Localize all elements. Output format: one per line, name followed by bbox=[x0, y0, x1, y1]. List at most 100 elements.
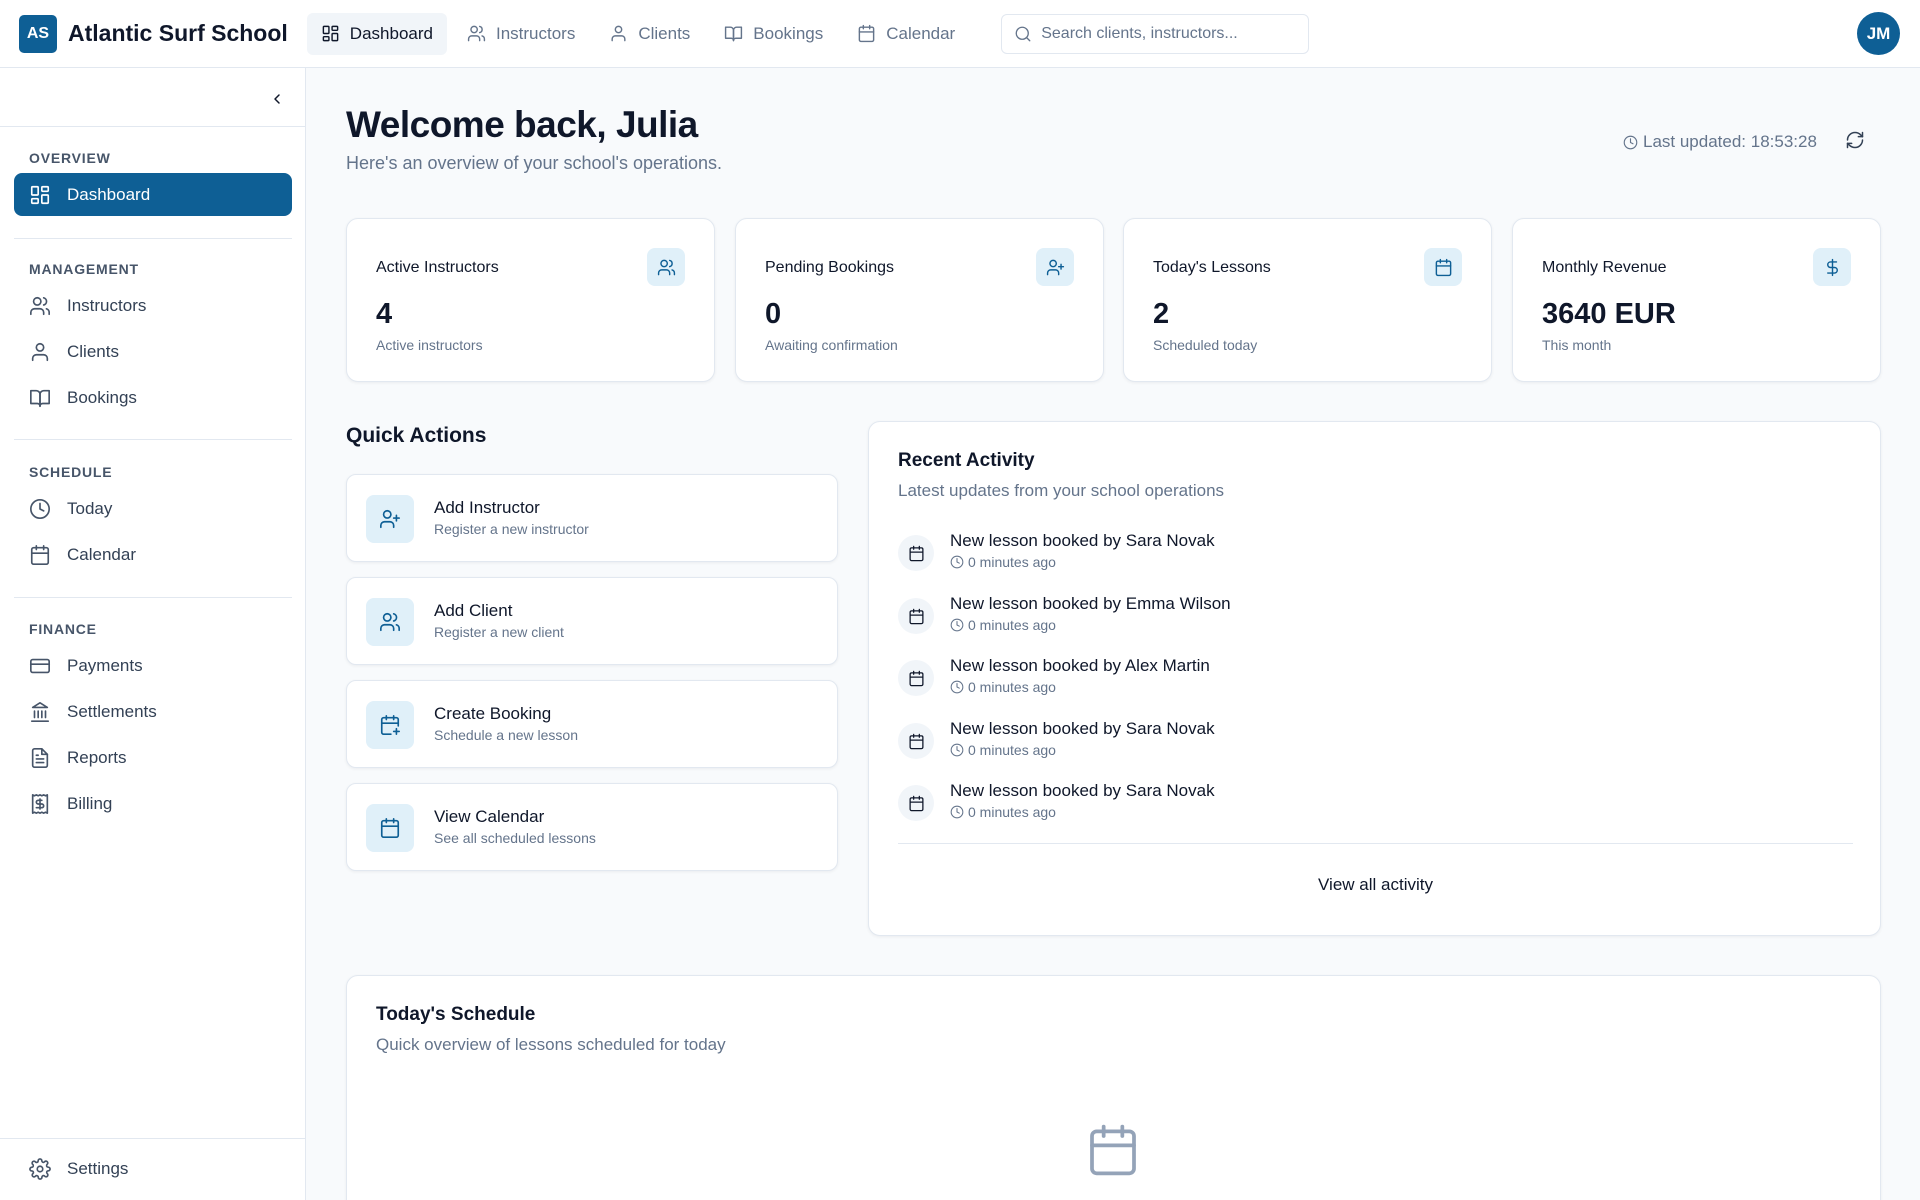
users-icon bbox=[657, 258, 676, 277]
page-subtitle: Here's an overview of your school's oper… bbox=[346, 153, 723, 173]
qa-label: Add Instructor bbox=[434, 498, 540, 517]
topnav-item-instructors[interactable]: Instructors bbox=[453, 13, 589, 55]
sidebar-item-label: Clients bbox=[67, 341, 119, 361]
sidebar-item-calendar[interactable]: Calendar bbox=[14, 533, 292, 576]
chevron-left-icon bbox=[269, 91, 285, 107]
activity-item-icon bbox=[898, 598, 934, 634]
stat-title: Today's Lessons bbox=[1153, 259, 1271, 276]
dollar-icon bbox=[1823, 258, 1842, 277]
sidebar-section-title: MANAGEMENT bbox=[29, 261, 139, 277]
sidebar-item-payments[interactable]: Payments bbox=[14, 644, 292, 687]
sidebar-item-settlements[interactable]: Settlements bbox=[14, 690, 292, 733]
qa-description: Schedule a new lesson bbox=[434, 727, 578, 743]
stat-icon bbox=[1424, 248, 1462, 286]
refresh-button[interactable] bbox=[1845, 130, 1869, 154]
activity-item[interactable]: New lesson booked by Sara Novak 0 minute… bbox=[898, 719, 1848, 769]
activity-item-icon bbox=[898, 535, 934, 571]
activity-time: 0 minutes ago bbox=[950, 617, 1056, 633]
activity-text: New lesson booked by Sara Novak bbox=[950, 719, 1215, 738]
calendar-icon bbox=[379, 817, 401, 839]
topnav-item-dashboard[interactable]: Dashboard bbox=[306, 12, 447, 55]
recent-activity-card: Recent Activity Latest updates from your… bbox=[868, 421, 1881, 936]
create-booking-button[interactable]: Create Booking Schedule a new lesson bbox=[346, 680, 838, 768]
last-updated: Last updated: 18:53:28 bbox=[1623, 132, 1817, 152]
topnav-item-bookings[interactable]: Bookings bbox=[710, 13, 837, 55]
users-icon bbox=[29, 295, 51, 317]
activity-item[interactable]: New lesson booked by Sara Novak 0 minute… bbox=[898, 531, 1848, 581]
sidebar-item-reports[interactable]: Reports bbox=[14, 736, 292, 779]
sidebar-item-dashboard[interactable]: Dashboard bbox=[14, 173, 292, 216]
stat-card-monthly-revenue: Monthly Revenue 3640 EUR This month bbox=[1512, 218, 1881, 382]
quick-actions-title: Quick Actions bbox=[346, 424, 487, 447]
topnav-label: Instructors bbox=[495, 23, 576, 43]
calendar-icon bbox=[857, 24, 876, 43]
top-bar: AS Atlantic Surf School Dashboard Instru… bbox=[0, 0, 1920, 68]
qa-description: See all scheduled lessons bbox=[434, 830, 596, 846]
sidebar-item-billing[interactable]: Billing bbox=[14, 782, 292, 825]
activity-item-icon bbox=[898, 723, 934, 759]
calendar-icon bbox=[1085, 1122, 1141, 1178]
sidebar-item-label: Dashboard bbox=[67, 184, 151, 204]
sidebar-section-overview: OVERVIEW Dashboard bbox=[14, 150, 292, 216]
sidebar-collapse-button[interactable] bbox=[266, 88, 288, 110]
clock-icon bbox=[950, 618, 964, 632]
brand[interactable]: AS Atlantic Surf School bbox=[19, 14, 288, 53]
sidebar-item-settings[interactable]: Settings bbox=[14, 1147, 292, 1190]
sidebar-item-instructors[interactable]: Instructors bbox=[14, 284, 292, 327]
view-all-activity-button[interactable]: View all activity bbox=[869, 875, 1882, 895]
stat-caption: Active instructors bbox=[376, 337, 483, 353]
topnav-item-calendar[interactable]: Calendar bbox=[843, 13, 969, 55]
schedule-subtitle: Quick overview of lessons scheduled for … bbox=[376, 1035, 726, 1054]
activity-time-text: 0 minutes ago bbox=[968, 554, 1056, 570]
activity-time: 0 minutes ago bbox=[950, 679, 1056, 695]
dashboard-icon bbox=[29, 184, 51, 206]
user-avatar[interactable]: JM bbox=[1857, 12, 1900, 55]
sidebar-item-today[interactable]: Today bbox=[14, 487, 292, 530]
stat-card-active-instructors: Active Instructors 4 Active instructors bbox=[346, 218, 715, 382]
sidebar-divider bbox=[14, 597, 292, 598]
activity-item[interactable]: New lesson booked by Emma Wilson 0 minut… bbox=[898, 594, 1848, 644]
sidebar-item-label: Settlements bbox=[67, 701, 157, 721]
sidebar-item-bookings[interactable]: Bookings bbox=[14, 376, 292, 419]
sidebar-section-finance: FINANCE Payments Settlements Reports Bil… bbox=[14, 621, 292, 825]
stat-value: 4 bbox=[376, 298, 393, 330]
refresh-icon bbox=[1845, 130, 1865, 150]
activity-title: Recent Activity bbox=[898, 450, 1035, 471]
file-text-icon bbox=[29, 747, 51, 769]
stat-title: Active Instructors bbox=[376, 259, 499, 276]
main-content: Welcome back, Julia Here's an overview o… bbox=[307, 68, 1920, 1200]
sidebar: OVERVIEW Dashboard MANAGEMENT Instructor… bbox=[0, 68, 306, 1200]
user-plus-icon bbox=[1046, 258, 1065, 277]
credit-card-icon bbox=[29, 655, 51, 677]
sidebar-item-clients[interactable]: Clients bbox=[14, 330, 292, 373]
sidebar-item-label: Bookings bbox=[67, 387, 137, 407]
qa-icon bbox=[366, 804, 414, 852]
activity-item[interactable]: New lesson booked by Sara Novak 0 minute… bbox=[898, 781, 1848, 831]
gear-icon bbox=[29, 1158, 51, 1180]
topnav-item-clients[interactable]: Clients bbox=[595, 13, 704, 55]
qa-icon bbox=[366, 598, 414, 646]
stat-card-todays-lessons: Today's Lessons 2 Scheduled today bbox=[1123, 218, 1492, 382]
search-input[interactable] bbox=[1041, 24, 1292, 43]
sidebar-item-label: Billing bbox=[67, 793, 113, 813]
add-instructor-button[interactable]: Add Instructor Register a new instructor bbox=[346, 474, 838, 562]
calendar-icon bbox=[908, 670, 925, 687]
stat-value: 3640 EUR bbox=[1542, 298, 1676, 330]
activity-item[interactable]: New lesson booked by Alex Martin 0 minut… bbox=[898, 656, 1848, 706]
page-title: Welcome back, Julia bbox=[346, 104, 698, 145]
sidebar-item-label: Calendar bbox=[67, 544, 136, 564]
activity-time: 0 minutes ago bbox=[950, 554, 1056, 570]
search-icon bbox=[1014, 25, 1032, 43]
add-client-button[interactable]: Add Client Register a new client bbox=[346, 577, 838, 665]
view-calendar-button[interactable]: View Calendar See all scheduled lessons bbox=[346, 783, 838, 871]
user-plus-icon bbox=[379, 508, 401, 530]
bank-icon bbox=[29, 701, 51, 723]
qa-label: Create Booking bbox=[434, 704, 552, 723]
sidebar-divider bbox=[14, 439, 292, 440]
sidebar-section-title: FINANCE bbox=[29, 621, 97, 637]
activity-subtitle: Latest updates from your school operatio… bbox=[898, 481, 1225, 500]
activity-text: New lesson booked by Sara Novak bbox=[950, 781, 1215, 800]
qa-icon bbox=[366, 701, 414, 749]
sidebar-item-label: Settings bbox=[67, 1158, 129, 1178]
activity-time-text: 0 minutes ago bbox=[968, 617, 1056, 633]
